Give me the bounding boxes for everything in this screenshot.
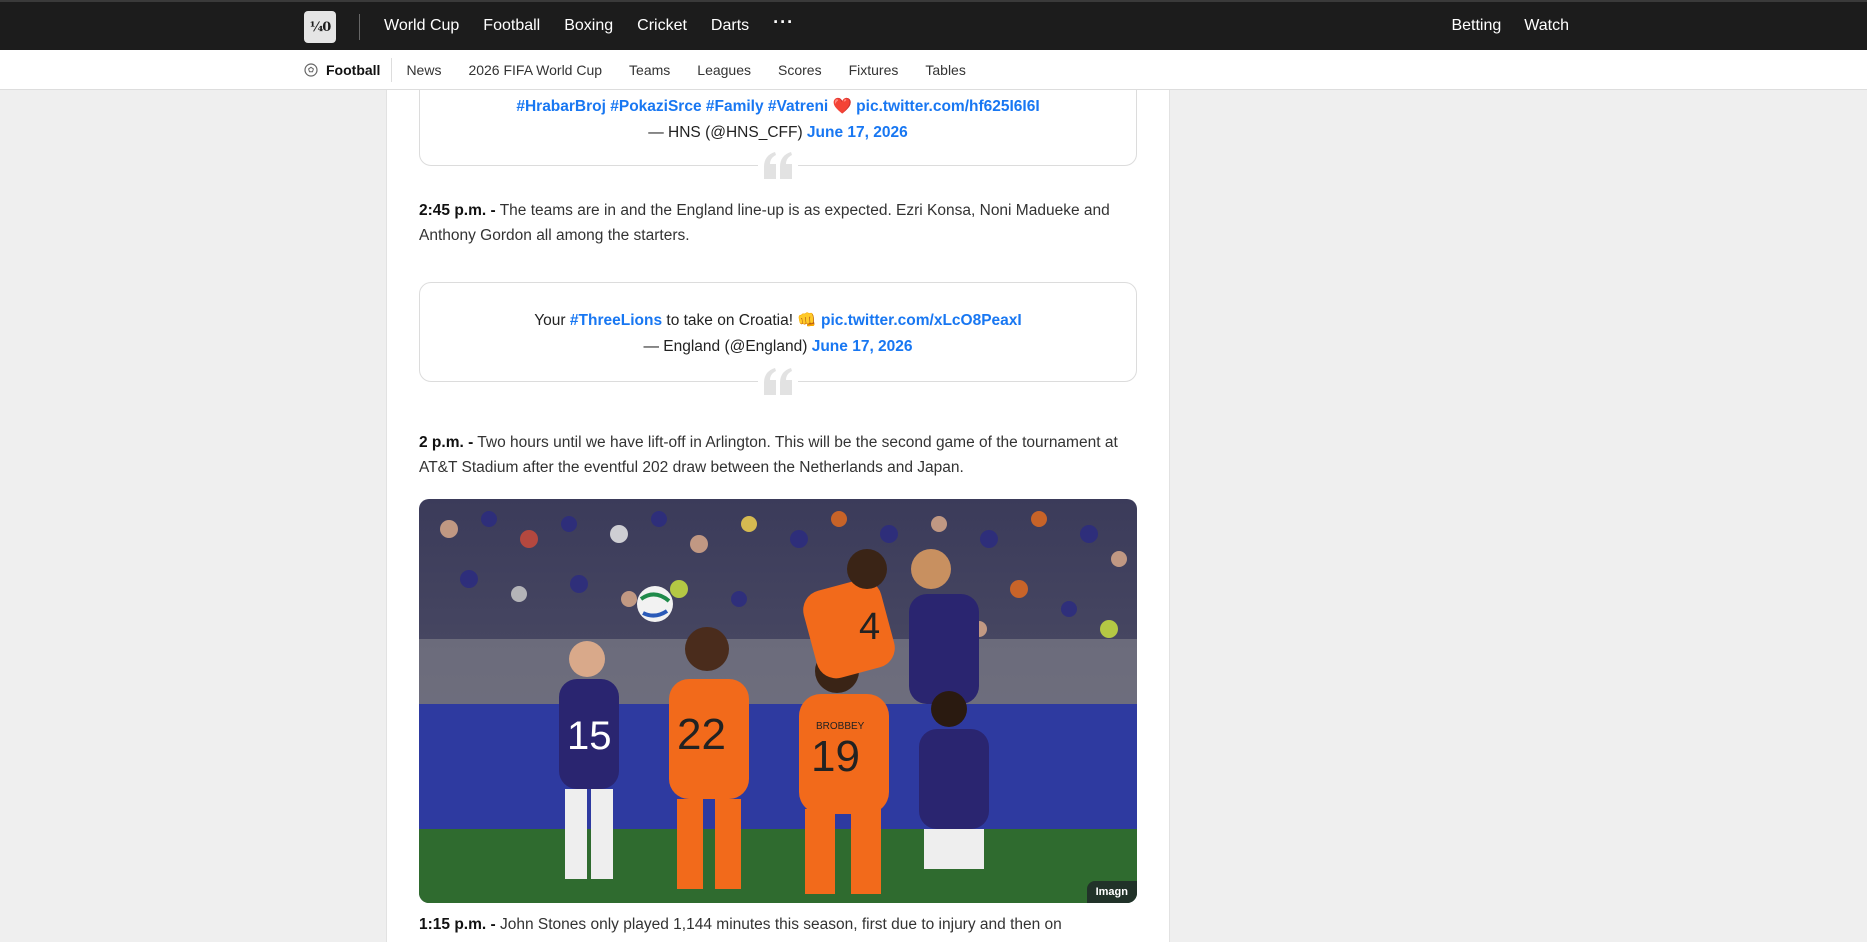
football-icon [304,62,318,77]
update-text: Two hours until we have lift-off in Arli… [419,434,1118,476]
football-action-image: 15 22 BROBBEY 19 4 [419,499,1137,903]
tweet-hashtag[interactable]: #ThreeLions [570,312,662,329]
subnav-world-cup[interactable]: 2026 FIFA World Cup [468,62,602,78]
nav-watch[interactable]: Watch [1524,17,1569,35]
tweet-body: #HrabarBroj #PokaziSrce #Family #Vatreni… [420,94,1136,120]
heart-emoji: ❤️ [832,98,852,115]
more-menu-icon[interactable]: ··· [773,12,794,33]
tweet-hashtags[interactable]: #HrabarBroj #PokaziSrce #Family #Vatreni [516,98,828,115]
tweet-body: Your #ThreeLions to take on Croatia! 👊 p… [420,308,1136,334]
article-column: #HrabarBroj #PokaziSrce #Family #Vatreni… [386,90,1170,942]
nav-football[interactable]: Football [483,17,540,35]
top-navigation-bar: ¼0 World Cup Football Boxing Cricket Dar… [0,0,1867,50]
update-text: The teams are in and the England line-up… [419,202,1110,244]
shirt-number: 22 [677,710,726,759]
tweet-attribution-line: — HNS (@HNS_CFF) June 17, 2026 [420,120,1136,146]
tweet-author: — HNS (@HNS_CFF) [648,124,803,141]
subnav-current-label: Football [326,61,381,78]
tweet-author: — England (@England) [643,338,808,355]
nav-world-cup[interactable]: World Cup [384,17,459,35]
embedded-tweet: #HrabarBroj #PokaziSrce #Family #Vatreni… [419,90,1137,183]
tweet-date-link[interactable]: June 17, 2026 [812,338,913,355]
fist-emoji: 👊 [797,312,817,329]
shirt-name: BROBBEY [816,721,865,732]
live-update: 2 p.m. - Two hours until we have lift-of… [419,430,1137,480]
subnav-scores[interactable]: Scores [778,62,822,78]
quote-icon [758,149,798,183]
subnav-leagues[interactable]: Leagues [697,62,751,78]
right-nav: Betting Watch [1428,2,1569,50]
tweet-media-link[interactable]: pic.twitter.com/xLcO8PeaxI [821,312,1022,329]
shirt-number: 4 [859,606,880,648]
subnav-fixtures[interactable]: Fixtures [849,62,899,78]
update-text: John Stones only played 1,144 minutes th… [499,916,1062,933]
quote-icon [758,365,798,399]
update-time: 2:45 p.m. - [419,202,496,219]
match-photo[interactable]: 15 22 BROBBEY 19 4 Imagn [419,499,1137,903]
tweet-date-link[interactable]: June 17, 2026 [807,124,908,141]
nav-betting[interactable]: Betting [1451,17,1501,35]
subnav-teams[interactable]: Teams [629,62,670,78]
subnav-tables[interactable]: Tables [925,62,965,78]
main-nav: World Cup Football Boxing Cricket Darts … [384,2,794,50]
section-subnav: Football News 2026 FIFA World Cup Teams … [0,50,1867,90]
divider [359,14,360,40]
live-update: 2:45 p.m. - The teams are in and the Eng… [419,198,1137,248]
nav-boxing[interactable]: Boxing [564,17,613,35]
tweet-text-pre: Your [534,312,566,329]
shirt-number: 19 [811,732,860,781]
update-time: 2 p.m. - [419,434,474,451]
embedded-tweet: Your #ThreeLions to take on Croatia! 👊 p… [419,282,1137,399]
tweet-media-link[interactable]: pic.twitter.com/hf625I6I6I [856,98,1039,115]
subnav-current-section[interactable]: Football [304,57,393,82]
nav-cricket[interactable]: Cricket [637,17,687,35]
site-logo[interactable]: ¼0 [304,11,336,43]
update-time: 1:15 p.m. - [419,916,496,933]
tweet-attribution-line: — England (@England) June 17, 2026 [420,334,1136,360]
live-update: 1:15 p.m. - John Stones only played 1,14… [419,912,1137,937]
nav-darts[interactable]: Darts [711,17,749,35]
shirt-number: 15 [567,714,612,758]
tweet-text: to take on Croatia! [666,312,794,329]
photo-credit: Imagn [1086,881,1137,903]
subnav-news[interactable]: News [406,62,441,78]
